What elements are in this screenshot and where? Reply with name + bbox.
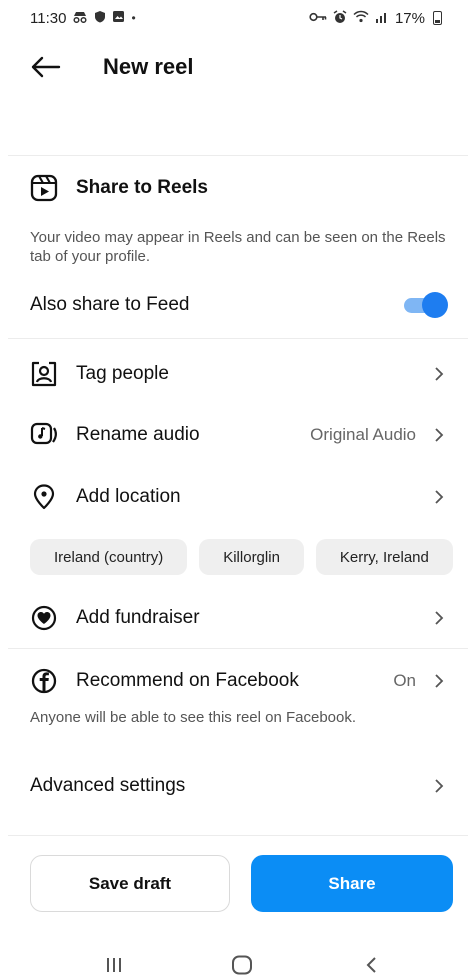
status-time: 11:30	[30, 9, 67, 27]
location-pin-icon	[30, 483, 58, 511]
rename-audio-row[interactable]: Rename audio Original Audio	[0, 416, 468, 454]
header: New reel	[0, 44, 468, 90]
key-icon	[309, 11, 327, 25]
status-left: 11:30 •	[30, 10, 136, 27]
page-title: New reel	[103, 54, 194, 79]
alarm-icon	[333, 9, 347, 27]
recommend-facebook-row[interactable]: Recommend on Facebook On	[0, 662, 468, 700]
tag-people-icon	[30, 360, 58, 388]
add-location-label: Add location	[76, 486, 181, 507]
facebook-icon	[30, 667, 58, 695]
dot-icon: •	[131, 11, 136, 25]
chevron-left-icon	[366, 957, 376, 973]
add-location-row[interactable]: Add location	[0, 478, 468, 516]
bottom-actions: Save draft Share	[30, 855, 453, 912]
advanced-settings-label: Advanced settings	[30, 775, 186, 796]
status-bar: 11:30 • 17%	[0, 0, 468, 36]
share-reels-header: Share to Reels	[30, 174, 208, 202]
location-chip[interactable]: Ireland (country)	[30, 539, 188, 575]
status-right: 17%	[309, 10, 442, 27]
recent-apps-icon	[107, 958, 121, 972]
system-nav-bar	[0, 945, 468, 977]
tag-people-label: Tag people	[76, 363, 169, 384]
divider	[8, 338, 468, 339]
location-chip[interactable]: Kerry, Ireland	[315, 539, 453, 575]
save-draft-button[interactable]: Save draft	[30, 855, 230, 912]
reels-icon	[30, 174, 58, 202]
music-note-icon	[30, 421, 58, 449]
wifi-icon	[353, 10, 369, 26]
rename-audio-value: Original Audio	[310, 425, 416, 444]
home-icon	[232, 955, 252, 975]
share-reels-description: Your video may appear in Reels and can b…	[30, 229, 446, 265]
back-button[interactable]	[28, 52, 64, 82]
location-suggestions: Ireland (country) Killorglin Kerry, Irel…	[30, 539, 468, 577]
toggle-knob	[422, 292, 448, 318]
back-nav-button[interactable]	[352, 953, 392, 977]
share-to-feed-label: Also share to Feed	[30, 294, 190, 315]
facebook-note: Anyone will be able to see this reel on …	[30, 709, 357, 726]
recent-apps-button[interactable]	[94, 953, 134, 977]
divider	[8, 155, 468, 156]
rename-audio-label: Rename audio	[76, 424, 200, 445]
chevron-right-icon	[432, 608, 446, 628]
add-fundraiser-label: Add fundraiser	[76, 607, 200, 628]
recommend-facebook-label: Recommend on Facebook	[76, 670, 299, 691]
battery-percent: 17%	[394, 9, 425, 27]
battery-icon	[433, 11, 442, 25]
signal-icon	[375, 10, 389, 26]
chevron-right-icon	[432, 487, 446, 507]
chevron-right-icon	[432, 364, 446, 384]
home-button[interactable]	[222, 953, 262, 977]
share-to-feed-toggle[interactable]	[402, 292, 450, 318]
add-fundraiser-row[interactable]: Add fundraiser	[0, 599, 468, 637]
tag-people-row[interactable]: Tag people	[0, 355, 468, 393]
chevron-right-icon	[432, 425, 446, 445]
share-to-feed-row: Also share to Feed	[0, 288, 468, 322]
recommend-facebook-value: On	[393, 671, 416, 690]
image-icon	[112, 10, 125, 26]
share-button[interactable]: Share	[251, 855, 453, 912]
chevron-right-icon	[432, 671, 446, 691]
incognito-icon	[72, 11, 88, 26]
chevron-right-icon	[432, 776, 446, 796]
location-chip[interactable]: Killorglin	[199, 539, 304, 575]
advanced-settings-row[interactable]: Advanced settings	[0, 767, 468, 805]
divider	[8, 648, 468, 649]
fundraiser-heart-icon	[30, 604, 58, 632]
share-reels-title: Share to Reels	[76, 177, 208, 198]
divider	[8, 835, 468, 836]
shield-icon	[94, 10, 106, 26]
arrow-left-icon	[31, 56, 61, 78]
